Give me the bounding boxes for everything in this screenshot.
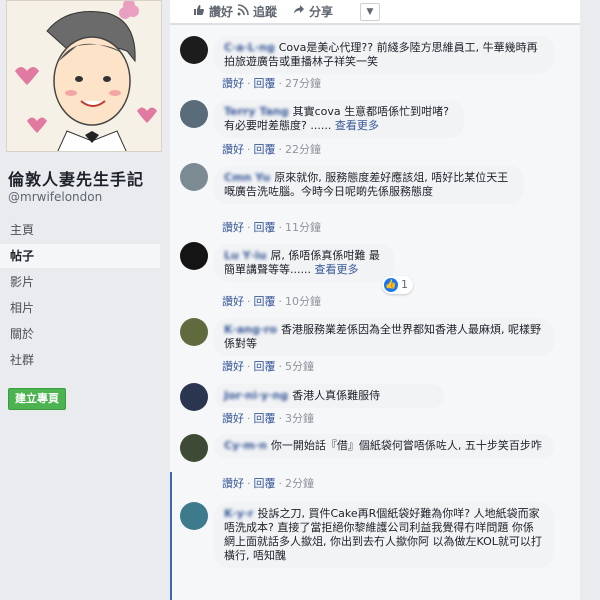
see-more-link[interactable]: 查看更多 — [335, 119, 379, 132]
comment-bubble: Cy·m·n 你一開始話『借』個紙袋何嘗唔係咗人, 五十步笑百步咋 — [214, 434, 554, 458]
commenter-name[interactable]: Cmn Yu — [224, 171, 270, 184]
see-more-link[interactable]: 查看更多 — [314, 263, 358, 276]
commenter-name[interactable]: K·y·r — [224, 507, 253, 520]
avatar[interactable] — [180, 100, 208, 128]
page-username[interactable]: @mrwifelondon — [8, 190, 102, 204]
follow-label: 追蹤 — [253, 5, 278, 19]
comment-bubble: Jor·ni·y·ng 香港人真係難服侍 — [214, 384, 444, 408]
comment-like-link[interactable]: 讚好 — [222, 360, 244, 373]
comment-meta: 讚好 · 回覆 · 27分鐘 — [222, 77, 321, 90]
avatar[interactable] — [180, 242, 208, 270]
comment-bubble: Terry Tang 其實cova 生意都唔係忙到咁啫?有必要咁差態度? ....… — [214, 100, 464, 138]
commenter-name[interactable]: C·a·L·ng — [224, 41, 275, 54]
comment-text: 香港人真係難服侍 — [292, 389, 381, 402]
comment-reply-link[interactable]: 回覆 — [254, 295, 276, 308]
comment-timestamp[interactable]: 5分鐘 — [285, 360, 314, 373]
commenter-name[interactable]: Lu Y·iu — [224, 249, 266, 262]
comment-reply-link[interactable]: 回覆 — [254, 360, 276, 373]
comment-reply-link[interactable]: 回覆 — [254, 221, 276, 234]
comment-bubble: Cmn Yu 原來就你, 服務態度差好應該俎, 唔好比某位天王嘅廣告洗咗腦。今時今… — [214, 166, 524, 204]
avatar[interactable] — [180, 383, 208, 411]
comment-like-link[interactable]: 讚好 — [222, 477, 244, 490]
comment-bubble: K·y·r 投訴之刀, 買件Cake再R個紙袋好難為你咩? 人地紙袋而家唔洗成本?… — [214, 502, 554, 568]
page-profile-picture[interactable] — [6, 0, 162, 152]
thumbs-up-icon — [192, 4, 205, 20]
comment-like-link[interactable]: 讚好 — [222, 77, 244, 90]
avatar[interactable] — [180, 502, 208, 530]
share-label: 分享 — [309, 5, 334, 19]
create-page-button[interactable]: 建立專頁 — [8, 388, 66, 410]
share-button[interactable]: 分享 — [292, 4, 333, 20]
more-options-button[interactable]: ▼ — [360, 3, 380, 21]
avatar[interactable] — [180, 163, 208, 191]
comment-meta: 讚好 · 回覆 · 5分鐘 — [222, 360, 314, 373]
share-arrow-icon — [292, 4, 305, 20]
comment-meta: 讚好 · 回覆 · 2分鐘 — [222, 477, 314, 490]
comment-timestamp[interactable]: 2分鐘 — [285, 477, 314, 490]
reaction-number: 1 — [401, 278, 408, 291]
comment-bubble: C·a·L·ng Cova是美心代理?? 前綫多陸方思維員工, 牛華幾時再拍旅遊廣… — [214, 36, 554, 74]
comment-timestamp[interactable]: 10分鐘 — [285, 295, 321, 308]
nav-item-community[interactable]: 社群 — [0, 348, 160, 372]
comment-meta: 讚好 · 回覆 · 22分鐘 — [222, 143, 321, 156]
cartoon-portrait-image — [7, 1, 161, 151]
comment-reply-link[interactable]: 回覆 — [254, 143, 276, 156]
comment-timestamp[interactable]: 3分鐘 — [285, 412, 314, 425]
comment-bubble: K·ang·ro 香港服務業差係因為全世界都知香港人最麻煩, 呢樣野係對等 — [214, 318, 554, 356]
new-comment-marker — [170, 472, 172, 600]
comment-meta: 讚好 · 回覆 · 10分鐘 — [222, 295, 321, 308]
commenter-name[interactable]: Cy·m·n — [224, 439, 267, 452]
comment-meta: 讚好 · 回覆 · 11分鐘 — [222, 221, 321, 234]
comment-reply-link[interactable]: 回覆 — [254, 412, 276, 425]
avatar[interactable] — [180, 36, 208, 64]
nav-item-photos[interactable]: 相片 — [0, 296, 160, 320]
comment-bubble: Lu Y·iu 屌, 係唔係真係咁難 最簡單講聲等等...... 查看更多 — [214, 244, 394, 282]
page-sidebar: 倫敦人妻先生手記 @mrwifelondon 主頁 帖子 影片 相片 關於 社群… — [0, 0, 170, 600]
rss-icon — [236, 4, 249, 20]
commenter-name[interactable]: K·ang·ro — [224, 323, 277, 336]
post-action-bar: 讚好 追蹤 分享 ▼ — [170, 0, 580, 24]
comment-text: 你一開始話『借』個紙袋何嘗唔係咗人, 五十步笑百步咋 — [270, 439, 542, 452]
comment-text: 投訴之刀, 買件Cake再R個紙袋好難為你咩? 人地紙袋而家唔洗成本? 直接了當… — [224, 507, 542, 562]
comment-meta: 讚好 · 回覆 · 3分鐘 — [222, 412, 314, 425]
comment-like-link[interactable]: 讚好 — [222, 143, 244, 156]
comment-like-link[interactable]: 讚好 — [222, 221, 244, 234]
comment-timestamp[interactable]: 11分鐘 — [285, 221, 321, 234]
page-title: 倫敦人妻先生手記 — [8, 170, 145, 189]
reaction-count[interactable]: 👍 1 — [382, 276, 413, 294]
comment-reply-link[interactable]: 回覆 — [254, 477, 276, 490]
comment-reply-link[interactable]: 回覆 — [254, 77, 276, 90]
nav-item-about[interactable]: 關於 — [0, 322, 160, 346]
nav-item-home[interactable]: 主頁 — [0, 218, 160, 242]
like-reaction-icon: 👍 — [384, 278, 398, 292]
comment-timestamp[interactable]: 22分鐘 — [285, 143, 321, 156]
nav-item-posts[interactable]: 帖子 — [0, 244, 160, 268]
like-button[interactable]: 讚好 — [192, 4, 233, 20]
like-label: 讚好 — [209, 5, 234, 19]
follow-button[interactable]: 追蹤 — [236, 4, 277, 20]
comment-timestamp[interactable]: 27分鐘 — [285, 77, 321, 90]
commenter-name[interactable]: Terry Tang — [224, 105, 289, 118]
commenter-name[interactable]: Jor·ni·y·ng — [224, 389, 288, 402]
post-feed: 讚好 追蹤 分享 ▼ C·a·L·ng Cova是美心代理?? 前綫多陸方思維員工… — [170, 0, 600, 600]
comment-like-link[interactable]: 讚好 — [222, 295, 244, 308]
comment-like-link[interactable]: 讚好 — [222, 412, 244, 425]
avatar[interactable] — [180, 318, 208, 346]
avatar[interactable] — [180, 434, 208, 462]
nav-item-videos[interactable]: 影片 — [0, 270, 160, 294]
